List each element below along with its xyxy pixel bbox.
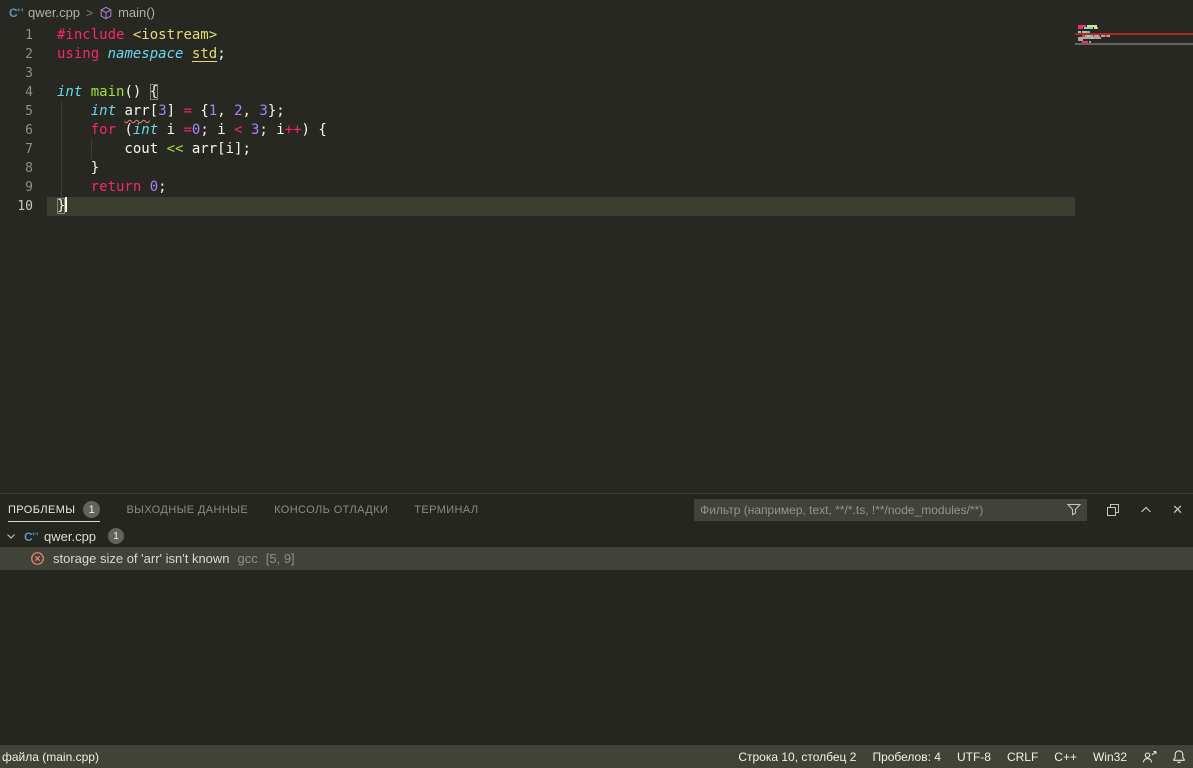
breadcrumb-file[interactable]: C ++ qwer.cpp <box>8 5 80 20</box>
copy-icon[interactable] <box>1106 503 1120 517</box>
code-line[interactable]: 7 cout << arr[i]; <box>0 140 1193 159</box>
status-eol[interactable]: CRLF <box>999 750 1046 764</box>
code-line[interactable]: 4 int main() { <box>0 83 1193 102</box>
status-right: Строка 10, столбец 2 Пробелов: 4 UTF-8 C… <box>730 749 1193 764</box>
status-bar: файла (main.cpp) Строка 10, столбец 2 Пр… <box>0 745 1193 768</box>
status-indentation[interactable]: Пробелов: 4 <box>864 750 949 764</box>
line-number: 4 <box>25 85 33 100</box>
cpp-file-icon: C ++ <box>23 529 38 544</box>
status-language[interactable]: C++ <box>1046 750 1085 764</box>
code-line[interactable]: 9 return 0; <box>0 178 1193 197</box>
problems-filter-box <box>694 498 1088 521</box>
minimap-currentline-marker <box>1075 43 1193 45</box>
status-platform[interactable]: Win32 <box>1085 750 1135 764</box>
line-number: 6 <box>25 123 33 138</box>
panel-tabs: ПРОБЛЕМЫ 1 ВЫХОДНЫЕ ДАННЫЕ КОНСОЛЬ ОТЛАД… <box>8 494 479 525</box>
svg-text:++: ++ <box>32 532 38 538</box>
code-line[interactable]: 8 } <box>0 159 1193 178</box>
close-icon[interactable]: ✕ <box>1172 502 1183 518</box>
code-line[interactable]: 2 using namespace std; <box>0 45 1193 64</box>
feedback-icon[interactable] <box>1135 750 1165 764</box>
tab-debug-console[interactable]: КОНСОЛЬ ОТЛАДКИ <box>274 494 388 525</box>
tab-problems-label: ПРОБЛЕМЫ <box>8 503 76 516</box>
breadcrumb-symbol-label: main() <box>118 5 155 20</box>
chevron-down-icon <box>5 530 17 542</box>
line-number: 8 <box>25 161 33 176</box>
line-number: 5 <box>25 104 33 119</box>
code-lines: 1 #include <iostream> 2 using namespace std… <box>0 25 1193 216</box>
minimap-error-marker <box>1075 33 1193 35</box>
status-encoding[interactable]: UTF-8 <box>949 750 999 764</box>
bell-icon[interactable] <box>1165 749 1193 764</box>
tab-terminal[interactable]: ТЕРМИНАЛ <box>414 494 478 525</box>
filter-funnel-icon[interactable] <box>1067 503 1082 516</box>
status-cursor-position[interactable]: Строка 10, столбец 2 <box>730 750 864 764</box>
code-line[interactable]: 5 int arr[3] = {1, 2, 3}; <box>0 102 1193 121</box>
problem-message: storage size of 'arr' isn't known <box>53 551 230 566</box>
breadcrumb-file-label: qwer.cpp <box>28 5 81 20</box>
problem-source: gcc <box>237 551 258 566</box>
line-number: 9 <box>25 180 33 195</box>
code-line[interactable]: 3 <box>0 64 1193 83</box>
symbol-method-icon <box>99 6 113 20</box>
panel-header: ПРОБЛЕМЫ 1 ВЫХОДНЫЕ ДАННЫЕ КОНСОЛЬ ОТЛАД… <box>0 494 1193 525</box>
problems-count-badge: 1 <box>83 501 101 518</box>
code-line[interactable]: 1 #include <iostream> <box>0 26 1193 45</box>
problem-position: [5, 9] <box>265 551 295 566</box>
problems-file-name: qwer.cpp <box>44 528 97 544</box>
line-number: 3 <box>25 66 33 81</box>
breadcrumb: C ++ qwer.cpp > main() <box>0 0 1193 25</box>
problems-file-row[interactable]: C ++ qwer.cpp 1 <box>0 525 1193 547</box>
filter-input[interactable] <box>700 502 1068 517</box>
line-number: 7 <box>25 142 33 157</box>
tab-problems[interactable]: ПРОБЛЕМЫ 1 <box>8 494 101 525</box>
code-line[interactable]: 10} <box>0 197 1193 216</box>
vscode-window: C ++ qwer.cpp > main() 1 #include <iostrea… <box>0 0 1193 768</box>
code-line[interactable]: 6 for (int i =0; i < 3; i++) { <box>0 121 1193 140</box>
error-icon <box>30 551 45 566</box>
minimap[interactable] <box>1075 25 1193 85</box>
line-number: 1 <box>25 28 33 43</box>
svg-text:++: ++ <box>17 8 23 14</box>
problem-row[interactable]: storage size of 'arr' isn't known gcc [5… <box>0 547 1193 570</box>
breadcrumb-symbol[interactable]: main() <box>99 5 155 20</box>
chevron-up-icon[interactable] <box>1139 503 1153 517</box>
editor[interactable]: 1 #include <iostream> 2 using namespace std… <box>0 25 1193 493</box>
panel-actions: ✕ <box>694 498 1183 521</box>
file-problems-badge: 1 <box>108 528 125 544</box>
tab-output-label: ВЫХОДНЫЕ ДАННЫЕ <box>126 503 249 516</box>
chevron-right-icon: > <box>86 5 94 20</box>
status-message[interactable]: файла (main.cpp) <box>0 750 99 764</box>
line-number: 2 <box>25 47 33 62</box>
tab-terminal-label: ТЕРМИНАЛ <box>414 503 479 516</box>
text-cursor <box>65 197 68 212</box>
cpp-file-icon: C ++ <box>8 5 23 20</box>
tab-output[interactable]: ВЫХОДНЫЕ ДАННЫЕ <box>126 494 248 525</box>
line-number: 10 <box>17 199 33 214</box>
tab-debug-console-label: КОНСОЛЬ ОТЛАДКИ <box>274 503 389 516</box>
bottom-panel: ПРОБЛЕМЫ 1 ВЫХОДНЫЕ ДАННЫЕ КОНСОЛЬ ОТЛАД… <box>0 493 1193 745</box>
